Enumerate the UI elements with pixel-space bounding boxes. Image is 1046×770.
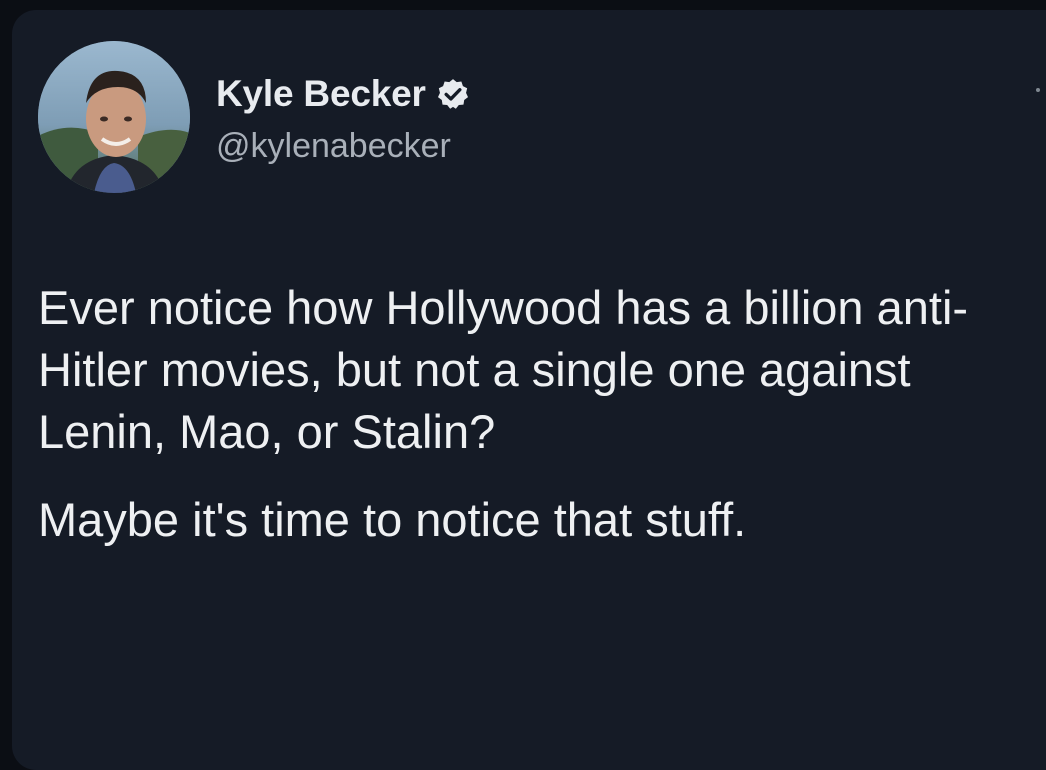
- more-dot: [1036, 88, 1040, 92]
- display-name[interactable]: Kyle Becker: [216, 73, 426, 115]
- verified-badge-icon: [437, 79, 468, 109]
- author-name-row[interactable]: Kyle Becker: [216, 72, 470, 116]
- avatar[interactable]: [38, 41, 190, 193]
- profile-photo-icon: [38, 41, 190, 193]
- author-handle[interactable]: @kylenabecker: [216, 127, 451, 166]
- tweet-paragraph-2: Maybe it's time to notice that stuff.: [38, 493, 747, 546]
- tweet-card: Kyle Becker @kylenabecker Ever notice ho…: [12, 10, 1046, 770]
- tweet-text: Ever notice how Hollywood has a billion …: [38, 277, 1038, 551]
- tweet-paragraph-1: Ever notice how Hollywood has a billion …: [38, 281, 969, 458]
- more-options-icon[interactable]: [1028, 80, 1046, 100]
